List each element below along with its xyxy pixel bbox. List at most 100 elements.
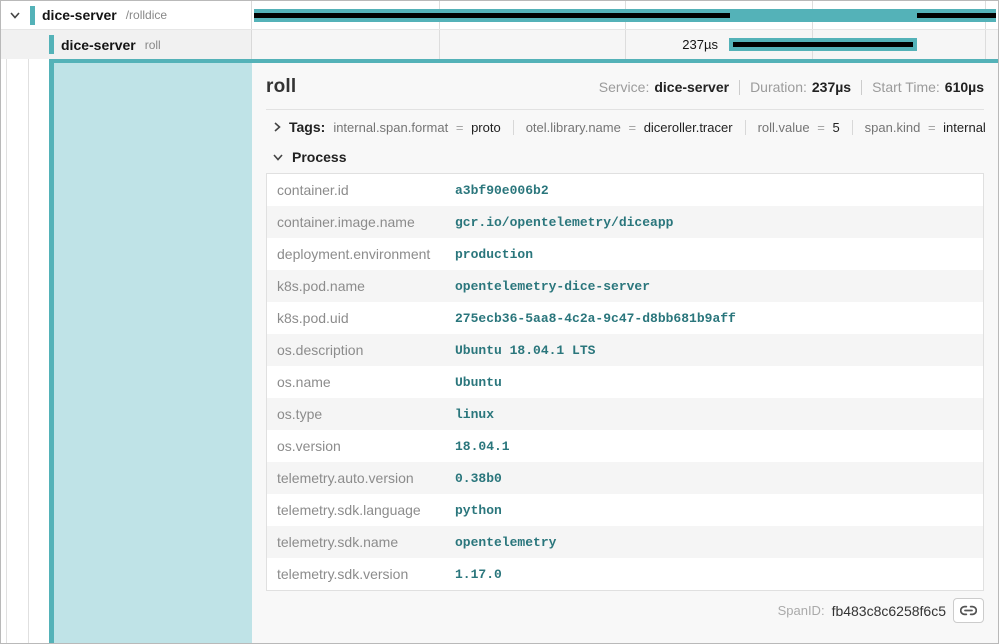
span-tree-gutter xyxy=(1,59,252,643)
process-key: k8s.pod.uid xyxy=(267,302,445,334)
table-row: os.type linux xyxy=(267,398,983,430)
process-value: 1.17.0 xyxy=(445,558,983,590)
table-row: os.version 18.04.1 xyxy=(267,430,983,462)
process-value: 275ecb36-5aa8-4c2a-9c47-d8bb681b9aff xyxy=(445,302,983,334)
process-key-value-table: container.id a3bf90e006b2 container.imag… xyxy=(266,173,984,591)
span-color-chip xyxy=(49,35,54,54)
tag-item[interactable]: span.kind = internal xyxy=(852,120,998,135)
process-key: telemetry.sdk.language xyxy=(267,494,445,526)
tag-key: span.kind xyxy=(865,120,921,135)
tag-value: diceroller.tracer xyxy=(644,120,733,135)
table-row: telemetry.sdk.version 1.17.0 xyxy=(267,558,983,590)
table-row: telemetry.auto.version 0.38b0 xyxy=(267,462,983,494)
span-detail-footer: SpanID: fb483c8c6258f6c5 xyxy=(266,591,984,632)
span-duration-label: 237µs xyxy=(682,37,725,52)
span-name-cell-rolldice[interactable]: dice-server /rolldice xyxy=(1,1,252,29)
tag-item[interactable]: otel.library.name = diceroller.tracer xyxy=(513,120,745,135)
table-row: telemetry.sdk.language python xyxy=(267,494,983,526)
table-row: os.description Ubuntu 18.04.1 LTS xyxy=(267,334,983,366)
process-key: os.type xyxy=(267,398,445,430)
duration-value: 237µs xyxy=(812,79,851,95)
selected-span-highlight xyxy=(54,59,252,643)
tag-equals-sign: = xyxy=(928,120,936,135)
process-value: production xyxy=(445,238,983,270)
tags-section-toggle[interactable]: Tags: internal.span.format = proto otel.… xyxy=(266,110,984,143)
span-duration-bar[interactable] xyxy=(729,38,917,51)
tags-summary-list: internal.span.format = proto otel.librar… xyxy=(331,120,998,135)
process-key: container.image.name xyxy=(267,206,445,238)
process-value: a3bf90e006b2 xyxy=(445,174,983,206)
indent-guide xyxy=(28,59,29,643)
process-key: os.description xyxy=(267,334,445,366)
span-color-chip xyxy=(30,6,35,25)
span-service-name: dice-server xyxy=(42,7,117,23)
spanid-value: fb483c8c6258f6c5 xyxy=(832,603,946,619)
timeline-gridline xyxy=(985,30,986,59)
spanid-label: SpanID: xyxy=(778,603,825,618)
tag-key: internal.span.format xyxy=(333,120,448,135)
chevron-right-icon[interactable] xyxy=(272,121,282,133)
chevron-down-icon[interactable] xyxy=(272,152,284,163)
table-row: container.image.name gcr.io/opentelemetr… xyxy=(267,206,983,238)
span-operation-name: /rolldice xyxy=(126,8,167,22)
timeline-gridline xyxy=(439,30,440,59)
process-value: opentelemetry xyxy=(445,526,983,558)
span-row-roll-selected[interactable]: dice-server roll 237µs xyxy=(1,30,998,59)
tag-item[interactable]: internal.span.format = proto xyxy=(331,120,512,135)
process-key: telemetry.auto.version xyxy=(267,462,445,494)
tag-key: roll.value xyxy=(758,120,810,135)
span-title: roll xyxy=(266,76,296,98)
span-row-rolldice[interactable]: dice-server /rolldice xyxy=(1,1,998,30)
table-row: container.id a3bf90e006b2 xyxy=(267,174,983,206)
span-detail-header: roll Service: dice-server Duration: 237µ… xyxy=(266,63,984,110)
span-self-time-bar xyxy=(917,13,996,18)
span-operation-name: roll xyxy=(145,38,161,52)
service-label: Service: xyxy=(599,79,650,95)
deep-link-button[interactable] xyxy=(953,598,984,623)
start-time-value: 610µs xyxy=(945,79,984,95)
span-self-time-bar xyxy=(733,42,913,47)
process-key: telemetry.sdk.name xyxy=(267,526,445,558)
tag-item[interactable]: roll.value = 5 xyxy=(745,120,852,135)
process-value: Ubuntu xyxy=(445,366,983,398)
process-value: gcr.io/opentelemetry/diceapp xyxy=(445,206,983,238)
span-timeline-roll[interactable]: 237µs xyxy=(252,30,998,59)
process-key: os.name xyxy=(267,366,445,398)
process-value: opentelemetry-dice-server xyxy=(445,270,983,302)
info-divider xyxy=(739,80,740,95)
process-value: 18.04.1 xyxy=(445,430,983,462)
main-area: roll Service: dice-server Duration: 237µ… xyxy=(1,59,998,643)
span-timeline-rolldice[interactable] xyxy=(252,1,998,29)
span-detail-panel: roll Service: dice-server Duration: 237µ… xyxy=(252,59,998,643)
process-key: os.version xyxy=(267,430,445,462)
start-time-label: Start Time: xyxy=(872,79,940,95)
process-section-toggle[interactable]: Process xyxy=(266,143,984,173)
table-row: deployment.environment production xyxy=(267,238,983,270)
duration-label: Duration: xyxy=(750,79,807,95)
span-name-cell-roll[interactable]: dice-server roll xyxy=(1,30,252,59)
tag-value: proto xyxy=(471,120,501,135)
span-service-name: dice-server xyxy=(61,37,136,53)
tag-equals-sign: = xyxy=(456,120,464,135)
tag-value: internal xyxy=(943,120,986,135)
tag-value: 5 xyxy=(832,120,839,135)
indent-guide xyxy=(6,59,7,643)
timeline-gridline xyxy=(625,30,626,59)
span-summary-info: Service: dice-server Duration: 237µs Sta… xyxy=(599,79,984,95)
process-label: Process xyxy=(292,149,346,165)
process-key: k8s.pod.name xyxy=(267,270,445,302)
tag-equals-sign: = xyxy=(628,120,636,135)
info-divider xyxy=(861,80,862,95)
service-value: dice-server xyxy=(654,79,729,95)
collapse-chevron-icon[interactable] xyxy=(9,10,21,21)
tag-key: otel.library.name xyxy=(526,120,621,135)
span-self-time-bar xyxy=(254,13,730,18)
process-key: telemetry.sdk.version xyxy=(267,558,445,590)
table-row: k8s.pod.name opentelemetry-dice-server xyxy=(267,270,983,302)
process-value: 0.38b0 xyxy=(445,462,983,494)
table-row: k8s.pod.uid 275ecb36-5aa8-4c2a-9c47-d8bb… xyxy=(267,302,983,334)
tag-equals-sign: = xyxy=(817,120,825,135)
table-row: os.name Ubuntu xyxy=(267,366,983,398)
link-icon xyxy=(960,605,977,616)
process-key: container.id xyxy=(267,174,445,206)
